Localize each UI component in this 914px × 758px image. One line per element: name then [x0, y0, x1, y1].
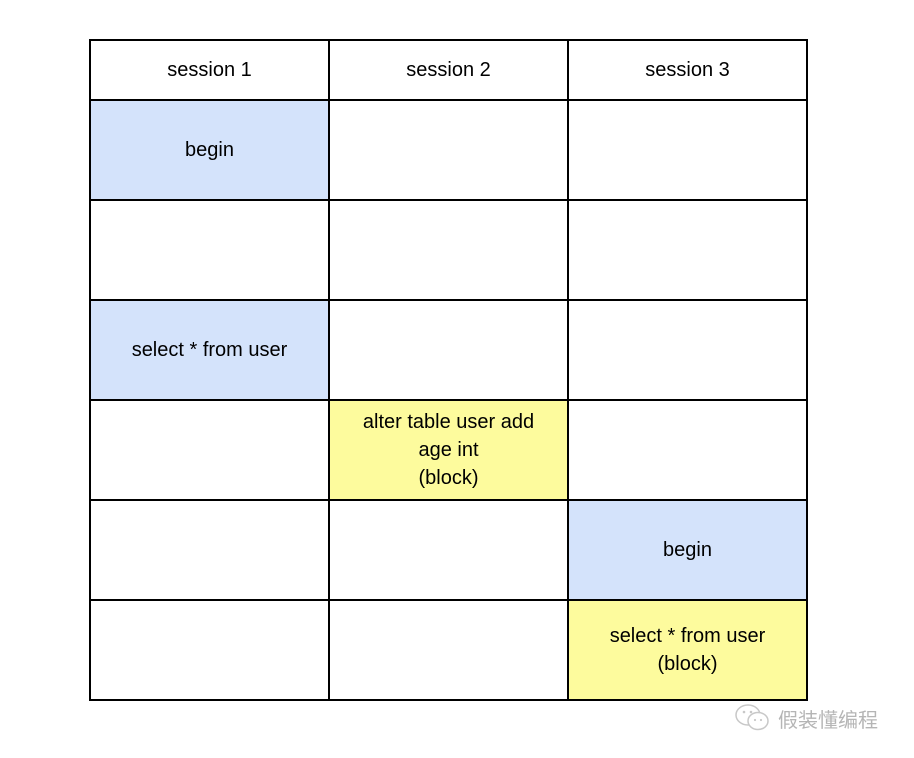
timeline-row: select * from user [89, 299, 808, 401]
cell-session-2: alter table user add age int (block) [328, 399, 569, 501]
cell-session-2 [328, 199, 569, 301]
header-row: session 1 session 2 session 3 [89, 39, 808, 101]
cell-session-2 [328, 99, 569, 201]
cell-session-1: begin [89, 99, 330, 201]
cell-session-3: select * from user (block) [567, 599, 808, 701]
cell-session-3 [567, 199, 808, 301]
wechat-icon [735, 704, 769, 731]
cell-session-1 [89, 199, 330, 301]
header-session-3: session 3 [567, 39, 808, 101]
session-timeline-table: session 1 session 2 session 3 begin selec… [89, 39, 808, 701]
cell-session-3 [567, 399, 808, 501]
timeline-row [89, 199, 808, 301]
timeline-row: select * from user (block) [89, 599, 808, 701]
cell-session-2 [328, 599, 569, 701]
timeline-row: begin [89, 499, 808, 601]
cell-session-2 [328, 499, 569, 601]
cell-session-3 [567, 99, 808, 201]
cell-session-1: select * from user [89, 299, 330, 401]
cell-session-1 [89, 499, 330, 601]
cell-session-3 [567, 299, 808, 401]
cell-session-3: begin [567, 499, 808, 601]
header-session-2: session 2 [328, 39, 569, 101]
header-session-1: session 1 [89, 39, 330, 101]
watermark: 假装懂编程 [734, 703, 878, 733]
cell-session-1 [89, 599, 330, 701]
cell-session-1 [89, 399, 330, 501]
timeline-row: begin [89, 99, 808, 201]
timeline-row: alter table user add age int (block) [89, 399, 808, 501]
watermark-text: 假装懂编程 [778, 707, 878, 732]
cell-session-2 [328, 299, 569, 401]
